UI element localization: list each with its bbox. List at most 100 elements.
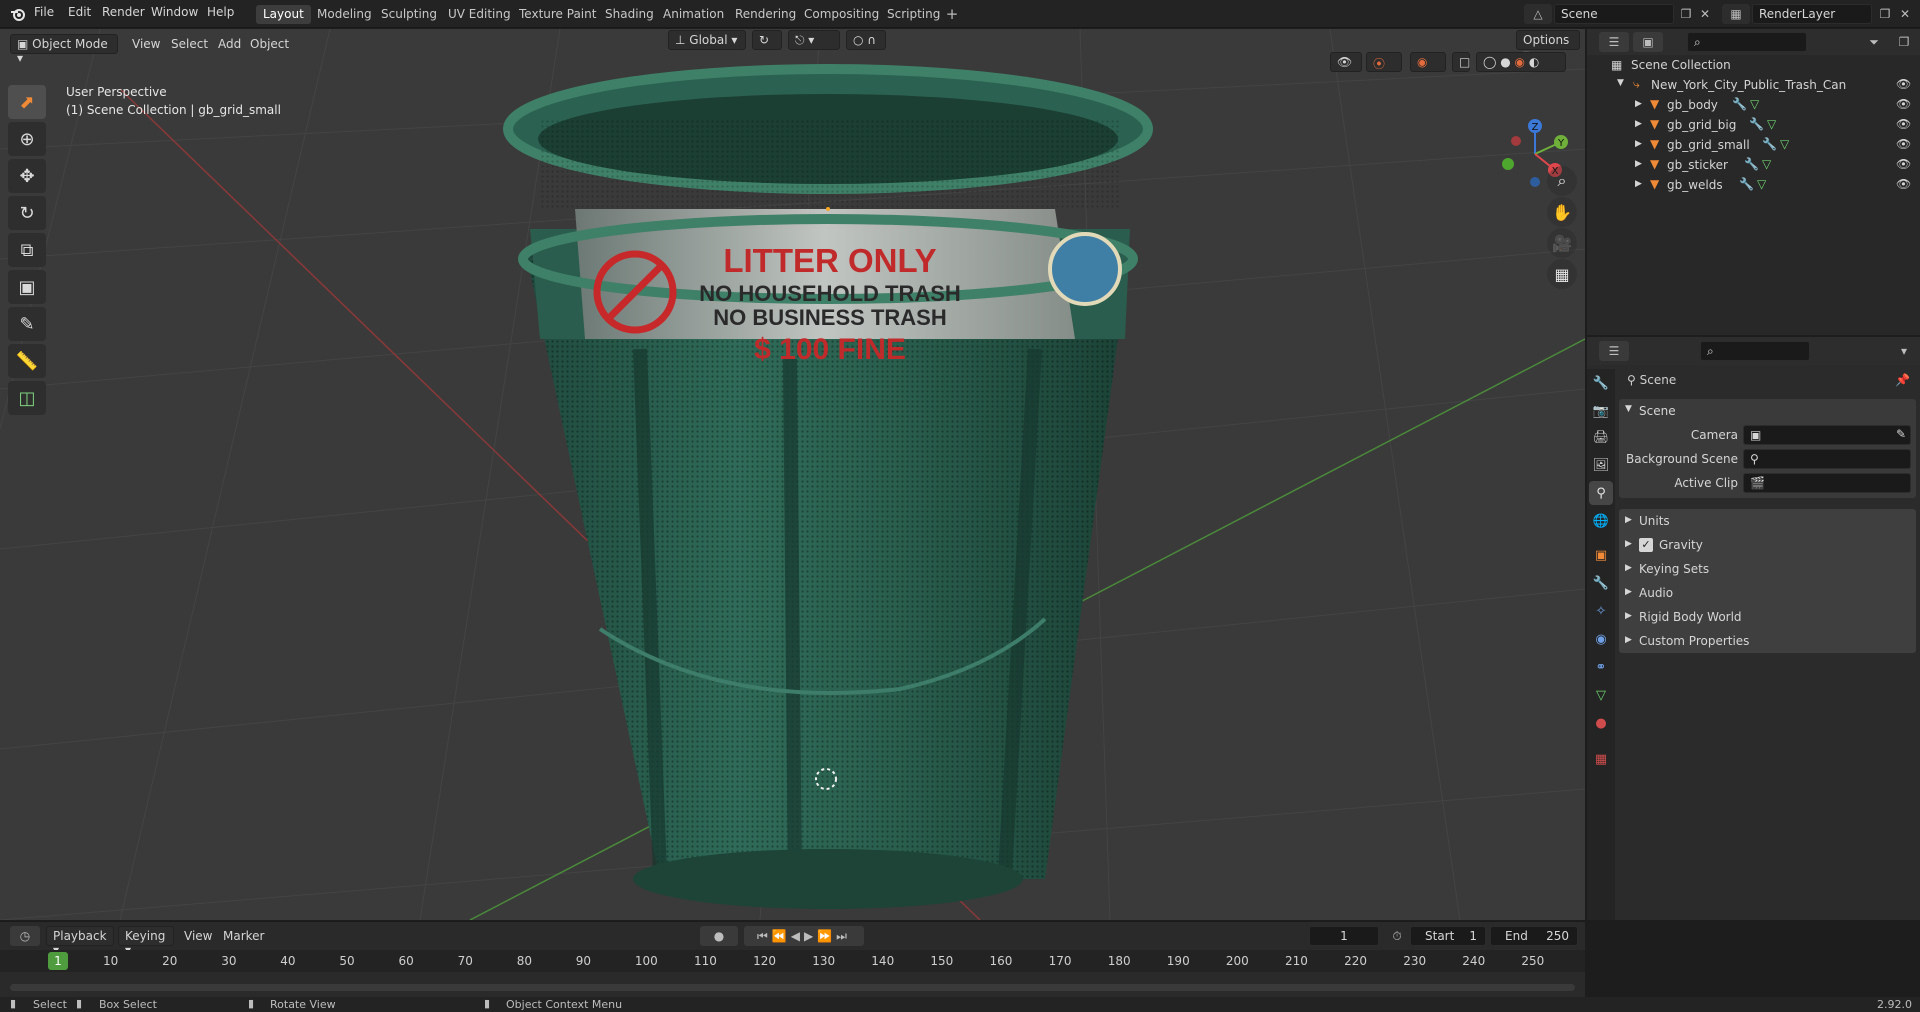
display-mode-icon[interactable]: ▣	[1633, 32, 1663, 52]
tab-rendering[interactable]: Rendering	[728, 5, 803, 24]
tab-layout[interactable]: Layout	[256, 5, 311, 24]
tab-texture-paint[interactable]: Texture Paint	[512, 5, 603, 24]
add-workspace-icon[interactable]: +	[943, 4, 961, 24]
view-layer-tab-icon[interactable]: 🖼	[1589, 453, 1613, 477]
eye-icon[interactable]: 👁	[1896, 117, 1911, 131]
rotate-tool[interactable]: ↻	[8, 196, 46, 230]
material-tab-icon[interactable]: ●	[1589, 711, 1613, 735]
xray-toggle[interactable]: □	[1452, 52, 1470, 72]
3d-viewport[interactable]: LITTER ONLY NO HOUSEHOLD TRASH NO BUSINE…	[0, 29, 1585, 920]
outliner-scene-collection[interactable]: ▦ Scene Collection	[1587, 55, 1920, 75]
eye-icon[interactable]: 👁	[1896, 157, 1911, 171]
outliner-item-gb-grid-small[interactable]: ▶ ▼ gb_grid_small 🔧 ▽ 👁	[1587, 135, 1920, 155]
select-box-tool[interactable]: ⬈	[8, 85, 46, 119]
trash-can-model[interactable]	[503, 64, 1153, 909]
editor-type-icon[interactable]: ☰	[1599, 341, 1629, 361]
snapping-dropdown[interactable]: ⎋ ▾	[788, 30, 840, 50]
subpanel-units[interactable]: ▶ Units	[1619, 511, 1916, 533]
options-dropdown[interactable]: Options ▾	[1516, 30, 1580, 61]
viewport-menu-select[interactable]: Select	[171, 37, 208, 51]
object-mode-dropdown[interactable]: ▣ Object Mode ▾	[10, 34, 118, 65]
eye-icon[interactable]: 👁	[1896, 137, 1911, 151]
outliner-item-gb-grid-big[interactable]: ▶ ▼ gb_grid_big 🔧 ▽ 👁	[1587, 115, 1920, 135]
tab-compositing[interactable]: Compositing	[797, 5, 886, 24]
record-button[interactable]: ●	[700, 926, 738, 946]
start-frame-field[interactable]: Start 1	[1410, 926, 1486, 946]
proportional-editing-dropdown[interactable]: ○ ∩	[846, 30, 886, 50]
viewport-menu-view[interactable]: View	[132, 37, 160, 51]
camera-view-icon[interactable]: 🎥	[1547, 228, 1577, 258]
viewport-menu-object[interactable]: Object	[250, 37, 289, 51]
current-frame-field[interactable]: 1	[1309, 926, 1379, 946]
cursor-tool[interactable]: ⊕	[8, 122, 46, 156]
constraints-tab-icon[interactable]: ⚭	[1589, 655, 1613, 679]
menu-edit[interactable]: Edit	[68, 5, 91, 19]
mesh-data-tab-icon[interactable]: ▽	[1589, 683, 1613, 707]
subpanel-rigid-body-world[interactable]: ▶ Rigid Body World	[1619, 607, 1916, 629]
outliner-item-gb-welds[interactable]: ▶ ▼ gb_welds 🔧 ▽ 👁	[1587, 175, 1920, 195]
chevron-down-icon[interactable]: ▾	[1893, 341, 1915, 361]
clock-icon[interactable]: ⏱	[1386, 926, 1408, 946]
world-tab-icon[interactable]: 🌐	[1589, 509, 1613, 533]
keying-dropdown[interactable]: Keying ▾	[118, 926, 174, 957]
filter-icon[interactable]: ⏷	[1857, 32, 1891, 52]
tab-modeling[interactable]: Modeling	[310, 5, 379, 24]
playback-controls[interactable]: ⏮⏪◀▶⏩⏭	[744, 926, 864, 946]
pivot-point-dropdown[interactable]: ↻	[752, 30, 782, 50]
add-cube-tool[interactable]: ◫	[8, 381, 46, 415]
tab-animation[interactable]: Animation	[656, 5, 731, 24]
new-view-layer-icon[interactable]: ❐	[1876, 4, 1894, 24]
view-layer-selector-icon[interactable]: ▦	[1722, 4, 1750, 24]
menu-render[interactable]: Render	[102, 5, 145, 19]
subpanel-custom-properties[interactable]: ▶ Custom Properties	[1619, 631, 1916, 653]
subpanel-keying-sets[interactable]: ▶ Keying Sets	[1619, 559, 1916, 581]
scene-panel-header[interactable]: ▼ Scene	[1619, 401, 1916, 423]
delete-view-layer-icon[interactable]: ✕	[1896, 4, 1914, 24]
menu-help[interactable]: Help	[207, 5, 234, 19]
outliner-item-gb-sticker[interactable]: ▶ ▼ gb_sticker 🔧 ▽ 👁	[1587, 155, 1920, 175]
eye-icon[interactable]: 👁	[1896, 77, 1911, 91]
tab-scripting[interactable]: Scripting	[880, 5, 947, 24]
transform-tool[interactable]: ▣	[8, 270, 46, 304]
outliner-item-gb-body[interactable]: ▶ ▼ gb_body 🔧 ▽ 👁	[1587, 95, 1920, 115]
gravity-checkbox[interactable]: ✓	[1639, 538, 1653, 552]
tool-tab-icon[interactable]: 🔧	[1589, 371, 1613, 395]
scene-name-field[interactable]: Scene	[1554, 4, 1674, 24]
end-frame-field[interactable]: End 250	[1490, 926, 1578, 946]
modifiers-tab-icon[interactable]: 🔧	[1589, 571, 1613, 595]
properties-search-input[interactable]: ⌕	[1700, 341, 1810, 361]
camera-field[interactable]: ▣ ✎	[1743, 425, 1911, 445]
viewport-scene[interactable]: LITTER ONLY NO HOUSEHOLD TRASH NO BUSINE…	[0, 29, 1585, 920]
eye-icon[interactable]: 👁	[1896, 97, 1911, 111]
delete-scene-icon[interactable]: ✕	[1696, 4, 1714, 24]
blender-logo-icon[interactable]	[8, 4, 28, 24]
menu-file[interactable]: File	[34, 5, 54, 19]
outliner-collection[interactable]: ▼ ⤷ New_York_City_Public_Trash_Can 👁	[1587, 75, 1920, 95]
tab-shading[interactable]: Shading	[598, 5, 661, 24]
tab-uv-editing[interactable]: UV Editing	[441, 5, 518, 24]
physics-tab-icon[interactable]: ◉	[1589, 627, 1613, 651]
editor-type-icon[interactable]: ☰	[1599, 32, 1629, 52]
tab-sculpting[interactable]: Sculpting	[374, 5, 444, 24]
subpanel-gravity[interactable]: ▶ ✓ Gravity	[1619, 535, 1916, 557]
view-layer-field[interactable]: RenderLayer	[1752, 4, 1872, 24]
pan-hand-icon[interactable]: ✋	[1547, 197, 1577, 227]
eyedropper-icon[interactable]: ✎	[1896, 427, 1906, 441]
perspective-grid-icon[interactable]: ▦	[1547, 259, 1577, 289]
transform-orientation-dropdown[interactable]: ⊥ Global ▾	[668, 30, 746, 50]
eye-icon[interactable]: 👁	[1896, 177, 1911, 191]
timeline-menu-marker[interactable]: Marker	[223, 929, 264, 943]
particles-tab-icon[interactable]: ✧	[1589, 599, 1613, 623]
background-scene-field[interactable]: ⚲	[1743, 449, 1911, 469]
scene-selector-icon[interactable]: △	[1524, 4, 1552, 24]
visibility-dropdown[interactable]: 👁	[1330, 52, 1362, 72]
scene-tab-icon[interactable]: ⚲	[1589, 481, 1613, 505]
move-tool[interactable]: ✥	[8, 159, 46, 193]
output-tab-icon[interactable]: 🖨	[1589, 425, 1613, 449]
measure-tool[interactable]: 📏	[8, 344, 46, 378]
object-tab-icon[interactable]: ▣	[1589, 543, 1613, 567]
new-scene-icon[interactable]: ❐	[1677, 4, 1695, 24]
scale-tool[interactable]: ⧉	[8, 233, 46, 267]
outliner-search-input[interactable]: ⌕	[1687, 32, 1807, 52]
new-collection-icon[interactable]: ❐	[1893, 32, 1915, 52]
